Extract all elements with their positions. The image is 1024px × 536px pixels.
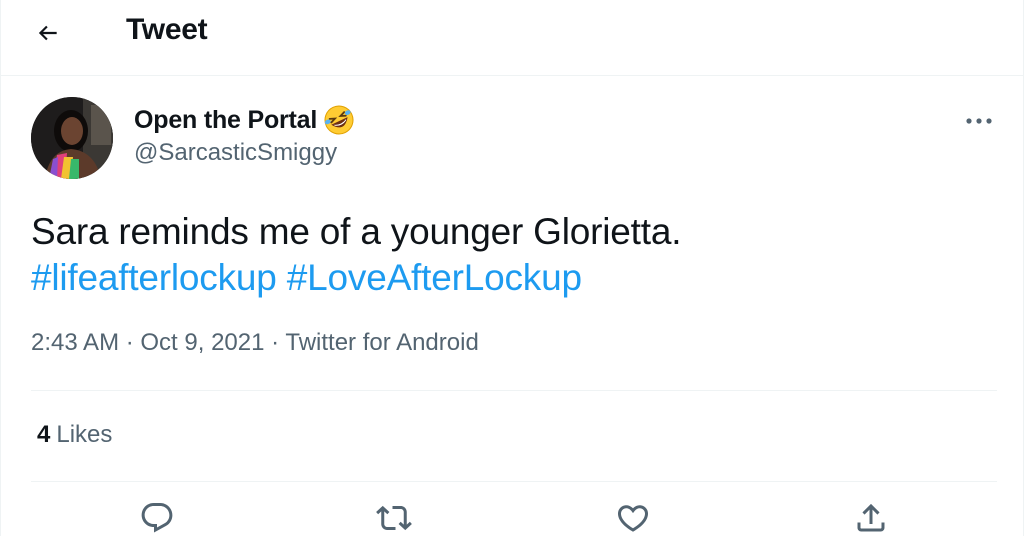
- hashtag-link[interactable]: #LoveAfterLockup: [287, 257, 582, 298]
- meta-separator: ·: [264, 329, 286, 356]
- retweet-button[interactable]: [372, 500, 416, 536]
- retweet-icon: [376, 500, 412, 536]
- share-button[interactable]: [849, 500, 893, 536]
- likes-link[interactable]: 4 Likes: [37, 421, 112, 449]
- divider: [31, 390, 997, 391]
- author-handle[interactable]: @SarcasticSmiggy: [134, 139, 337, 167]
- divider: [31, 481, 997, 482]
- rolling-on-floor-laughing-emoji-icon: [323, 104, 355, 136]
- tweet-time[interactable]: 2:43 AM: [31, 329, 119, 356]
- avatar[interactable]: [31, 97, 113, 179]
- author-name-row[interactable]: Open the Portal: [134, 104, 355, 136]
- tweet-page: Tweet Open the Portal @SarcasticSmiggy S…: [0, 0, 1024, 536]
- tweet-date[interactable]: Oct 9, 2021: [140, 329, 264, 356]
- page-title: Tweet: [126, 13, 208, 46]
- more-options-button[interactable]: [959, 106, 999, 136]
- meta-separator: ·: [119, 329, 141, 356]
- reply-icon: [139, 500, 175, 536]
- tweet-source[interactable]: Twitter for Android: [285, 329, 478, 356]
- likes-label: Likes: [56, 421, 113, 448]
- hashtag-line: #lifeafterlockup #LoveAfterLockup: [31, 255, 991, 301]
- share-icon: [853, 500, 889, 536]
- tweet-body: Sara reminds me of a younger Glorietta.: [31, 211, 682, 252]
- more-dots-icon: [965, 117, 993, 125]
- tweet-text: Sara reminds me of a younger Glorietta. …: [31, 209, 991, 301]
- arrow-left-icon: [35, 20, 61, 46]
- back-button[interactable]: [27, 12, 69, 54]
- author-display-name[interactable]: Open the Portal: [134, 106, 317, 135]
- tweet-meta: 2:43 AM · Oct 9, 2021 · Twitter for Andr…: [31, 329, 479, 357]
- likes-count: 4: [37, 421, 51, 448]
- like-icon: [615, 500, 651, 536]
- reply-button[interactable]: [135, 500, 179, 536]
- like-button[interactable]: [611, 500, 655, 536]
- page-header: Tweet: [1, 0, 1023, 76]
- hashtag-link[interactable]: #lifeafterlockup: [31, 257, 277, 298]
